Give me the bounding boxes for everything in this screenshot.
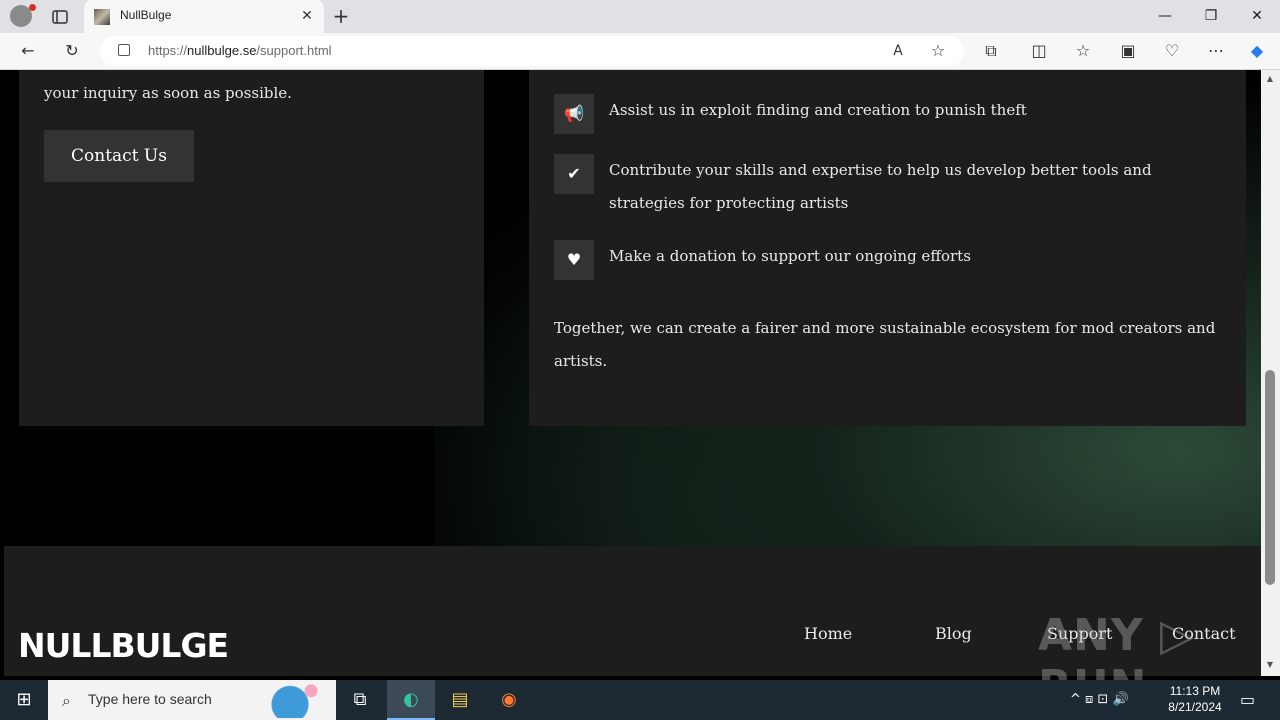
nullbulge-logo[interactable]: NULLBULGE: [18, 626, 229, 665]
nav-blog-link[interactable]: Blog: [935, 624, 972, 643]
favorites-icon[interactable]: ☆: [1071, 39, 1095, 63]
scroll-up-icon[interactable]: ▲: [1265, 74, 1275, 84]
summary-text: Together, we can create a fairer and mor…: [554, 319, 1216, 370]
search-placeholder: Type here to search: [88, 691, 212, 707]
support-item-text: Assist us in exploit finding and creatio…: [609, 101, 1027, 119]
tab-strip: NullBulge ✕ + — ❐ ✕: [0, 0, 1280, 33]
support-card: 📢 Assist us in exploit finding and creat…: [529, 70, 1246, 426]
web-page: your inquiry as soon as possible. Contac…: [4, 70, 1261, 676]
edge-icon[interactable]: ◐: [387, 680, 435, 720]
windows-taskbar: ⊞ ⌕ Type here to search ⧉ ◐ ▤ ◉ ^ ⧈ ⊡ 🔊 …: [0, 680, 1280, 720]
site-favicon-icon: [94, 9, 110, 25]
close-window-button[interactable]: ✕: [1234, 0, 1280, 33]
puzzle-icon[interactable]: ⧉: [979, 39, 1003, 63]
clock-time: 11:13 PM: [1169, 684, 1221, 698]
more-icon[interactable]: ⋯: [1204, 39, 1228, 63]
back-arrow-icon[interactable]: ←: [16, 39, 40, 63]
tab-title: NullBulge: [120, 8, 172, 22]
split-screen-icon[interactable]: ◫: [1027, 39, 1051, 63]
scrollbar-thumb[interactable]: [1265, 370, 1275, 585]
search-icon: ⌕: [62, 691, 71, 710]
lock-icon[interactable]: [118, 44, 130, 56]
url-text: https://nullbulge.se/support.html: [148, 43, 332, 58]
active-tab[interactable]: NullBulge ✕: [84, 0, 324, 33]
hand-check-icon: ✔: [554, 154, 594, 194]
new-tab-icon[interactable]: +: [330, 5, 352, 27]
taskbar-search-box[interactable]: ⌕ Type here to search: [48, 680, 336, 720]
contact-card: your inquiry as soon as possible. Contac…: [19, 70, 484, 426]
system-tray-icons[interactable]: ^ ⧈ ⊡ 🔊: [1070, 680, 1129, 720]
copilot-icon[interactable]: ◆: [1245, 39, 1269, 63]
browser-toolbar: ← ↻ https://nullbulge.se/support.html A …: [0, 33, 1280, 70]
file-explorer-icon[interactable]: ▤: [436, 680, 484, 720]
restore-button[interactable]: ❐: [1188, 0, 1234, 33]
task-view-icon[interactable]: ⧉: [336, 680, 384, 720]
scroll-down-icon[interactable]: ▼: [1265, 660, 1275, 670]
megaphone-icon: 📢: [554, 94, 594, 134]
support-item-text: Make a donation to support our ongoing e…: [609, 247, 971, 265]
tab-actions-icon[interactable]: [50, 7, 70, 27]
hand-heart-icon: ♥: [554, 240, 594, 280]
windows-start-icon[interactable]: ⊞: [0, 680, 48, 720]
page-scrollbar[interactable]: ▲ ▼: [1261, 70, 1280, 676]
firefox-icon[interactable]: ◉: [485, 680, 533, 720]
search-highlight-image: [262, 684, 332, 718]
contact-description: your inquiry as soon as possible.: [44, 84, 292, 102]
heart-pulse-icon[interactable]: ♡: [1160, 39, 1184, 63]
read-aloud-icon[interactable]: A: [886, 39, 910, 63]
refresh-icon[interactable]: ↻: [60, 39, 84, 63]
contact-us-button[interactable]: Contact Us: [44, 130, 194, 182]
notification-icon[interactable]: ▭: [1240, 680, 1255, 720]
clock-date: 8/21/2024: [1168, 700, 1222, 714]
support-item-text: Contribute your skills and expertise to …: [609, 161, 1152, 212]
taskbar-clock[interactable]: 11:13 PM 8/21/2024: [1160, 683, 1230, 715]
address-bar[interactable]: https://nullbulge.se/support.html A ☆: [100, 36, 964, 66]
collections-icon[interactable]: ▣: [1116, 39, 1140, 63]
minimize-button[interactable]: —: [1142, 0, 1188, 33]
nav-home-link[interactable]: Home: [804, 624, 852, 643]
profile-icon[interactable]: [10, 4, 36, 27]
close-tab-icon[interactable]: ✕: [298, 7, 316, 25]
star-icon[interactable]: ☆: [926, 39, 950, 63]
